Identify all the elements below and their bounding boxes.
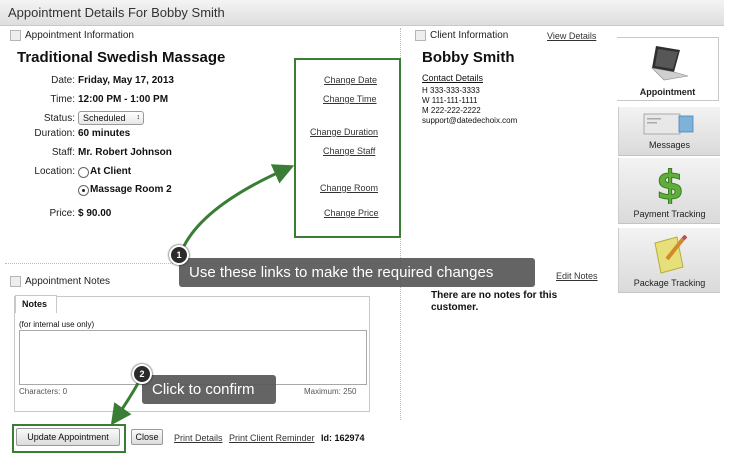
location-option-at-client: At Client bbox=[90, 166, 132, 177]
tab-messages[interactable]: Messages bbox=[618, 107, 720, 156]
phone-home: H 333-333-3333 bbox=[422, 86, 480, 95]
phone-mobile: M 222-222-2222 bbox=[422, 106, 481, 115]
package-icon bbox=[654, 235, 687, 274]
duration-value: 60 minutes bbox=[78, 128, 131, 139]
laptop-icon bbox=[651, 46, 689, 81]
tab-payment-tracking[interactable]: $ Payment Tracking bbox=[618, 158, 720, 224]
change-room-link[interactable]: Change Room bbox=[320, 183, 378, 193]
window-titlebar: Appointment Details For Bobby Smith bbox=[0, 0, 724, 26]
change-time-link[interactable]: Change Time bbox=[323, 94, 377, 104]
view-details-link[interactable]: View Details bbox=[547, 31, 596, 41]
client-info-checkbox[interactable] bbox=[415, 30, 426, 41]
notes-character-count: Characters: 0 bbox=[19, 387, 68, 396]
appointment-notes-label: Appointment Notes bbox=[25, 276, 111, 287]
tab-payment-tracking-label: Payment Tracking bbox=[633, 209, 706, 219]
time-label: Time: bbox=[50, 94, 75, 105]
change-price-link[interactable]: Change Price bbox=[324, 208, 379, 218]
tab-package-tracking-label: Package Tracking bbox=[633, 278, 706, 288]
client-notes-text: There are no notes for this customer. bbox=[431, 290, 558, 313]
client-info-label: Client Information bbox=[430, 30, 509, 41]
callout-two-badge: 2 bbox=[132, 364, 152, 384]
notes-maximum: Maximum: 250 bbox=[304, 387, 357, 396]
envelope-icon bbox=[643, 113, 694, 135]
location-radio-at-client[interactable] bbox=[78, 167, 89, 178]
tab-package-tracking[interactable]: Package Tracking bbox=[618, 228, 720, 293]
change-date-link[interactable]: Change Date bbox=[324, 75, 377, 85]
location-label: Location: bbox=[34, 166, 75, 177]
price-value: $ 90.00 bbox=[78, 208, 112, 219]
contact-details-link[interactable]: Contact Details bbox=[422, 73, 483, 83]
change-duration-link[interactable]: Change Duration bbox=[310, 127, 378, 137]
appointment-id: Id: 162974 bbox=[321, 433, 365, 443]
duration-label: Duration: bbox=[34, 128, 75, 139]
price-label: Price: bbox=[49, 208, 75, 219]
callout-one-badge: 1 bbox=[169, 245, 189, 265]
appointment-info-label: Appointment Information bbox=[25, 30, 134, 41]
notes-tab-label: Notes bbox=[22, 299, 48, 309]
tab-appointment-label: Appointment bbox=[639, 87, 696, 97]
callout-two: Click to confirm bbox=[142, 375, 276, 404]
print-details-link[interactable]: Print Details bbox=[174, 433, 223, 443]
staff-value: Mr. Robert Johnson bbox=[78, 147, 172, 158]
print-client-reminder-link[interactable]: Print Client Reminder bbox=[229, 433, 315, 443]
appointment-notes-checkbox[interactable] bbox=[10, 276, 21, 287]
location-option-massage-room: Massage Room 2 bbox=[90, 184, 172, 195]
status-label: Status: bbox=[43, 113, 75, 124]
notes-tab[interactable]: Notes bbox=[15, 295, 57, 313]
date-label: Date: bbox=[51, 75, 75, 86]
change-staff-link[interactable]: Change Staff bbox=[323, 146, 375, 156]
select-arrows-icon: ↕ bbox=[136, 114, 141, 121]
callout-one: Use these links to make the required cha… bbox=[179, 258, 535, 287]
callout-one-text: Use these links to make the required cha… bbox=[189, 264, 494, 281]
window-title: Appointment Details For Bobby Smith bbox=[8, 5, 225, 20]
update-appointment-button[interactable]: Update Appointment bbox=[16, 428, 120, 446]
status-select[interactable]: Scheduled ↕ bbox=[78, 111, 144, 125]
callout-two-text: Click to confirm bbox=[152, 381, 255, 398]
staff-label: Staff: bbox=[51, 147, 75, 158]
appointment-info-checkbox[interactable] bbox=[10, 30, 21, 41]
tab-messages-label: Messages bbox=[648, 140, 691, 150]
phone-work: W 111-111-1111 bbox=[422, 96, 478, 105]
notes-hint: (for internal use only) bbox=[19, 320, 95, 329]
edit-notes-link[interactable]: Edit Notes bbox=[556, 271, 598, 281]
close-button[interactable]: Close bbox=[131, 429, 163, 445]
location-radio-massage-room[interactable] bbox=[78, 185, 89, 196]
date-value: Friday, May 17, 2013 bbox=[78, 75, 174, 86]
dollar-icon: $ bbox=[656, 164, 685, 204]
svg-text:$: $ bbox=[656, 164, 684, 204]
time-value: 12:00 PM - 1:00 PM bbox=[78, 94, 169, 105]
service-title: Traditional Swedish Massage bbox=[17, 49, 226, 66]
tab-appointment[interactable]: Appointment bbox=[617, 37, 719, 101]
client-email: support@datedechoix.com bbox=[422, 116, 518, 125]
status-value: Scheduled bbox=[83, 113, 126, 123]
client-name: Bobby Smith bbox=[422, 49, 515, 66]
